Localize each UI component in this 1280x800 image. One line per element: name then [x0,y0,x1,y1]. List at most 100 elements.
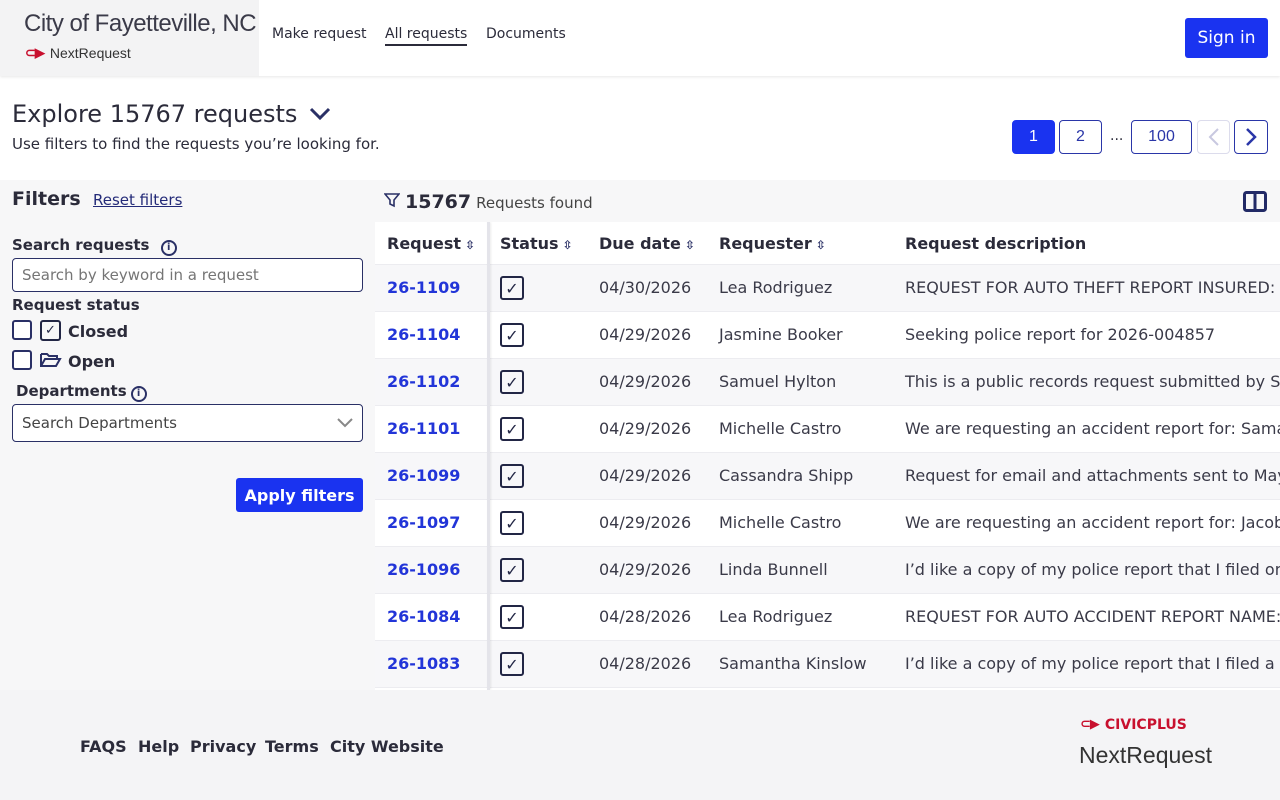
request-id-link[interactable]: 26-1083 [387,654,460,673]
open-checkbox[interactable] [12,350,32,370]
request-id-link[interactable]: 26-1096 [387,560,460,579]
due-date: 04/28/2026 [599,607,692,626]
table-row[interactable]: 26-1104 ✓ 04/29/2026 Jasmine Booker Seek… [375,312,1280,359]
request-id-link[interactable]: 26-1102 [387,372,460,391]
footer-faqs-link[interactable]: FAQS [80,737,127,756]
apply-filters-button[interactable]: Apply filters [236,478,363,512]
filters-title: Filters [12,188,81,210]
sort-icon[interactable]: ⇳ [816,238,826,252]
closed-status-icon: ✓ [500,511,524,535]
folder-open-icon [40,353,62,367]
request-id-link[interactable]: 26-1099 [387,466,460,485]
civicplus-logo: ⊂▶ CIVICPLUS [1080,717,1187,733]
brand-block[interactable]: City of Fayetteville, NC ⊂▶ NextRequest [0,0,259,76]
nav-documents[interactable]: Documents [486,26,566,42]
sign-in-button[interactable]: Sign in [1185,18,1268,58]
civicplus-mark-icon: ⊂▶ [1080,717,1100,732]
request-description: REQUEST FOR AUTO THEFT REPORT INSURED: R… [905,278,1280,297]
footer-help-link[interactable]: Help [138,737,179,756]
due-date: 04/29/2026 [599,466,692,485]
col-requester[interactable]: Requester ⇳ [719,234,826,253]
closed-status-icon: ✓ [500,370,524,394]
table-row[interactable]: 26-1084 ✓ 04/28/2026 Lea Rodriguez REQUE… [375,594,1280,641]
sticky-column-divider [487,222,490,690]
info-icon[interactable]: i [160,240,177,256]
col-due-label: Due date [599,234,681,253]
closed-status-icon: ✓ [500,276,524,300]
sort-icon[interactable]: ⇳ [465,238,475,252]
nextrequest-logo: ⊂▶ NextRequest [25,45,131,61]
footer-terms-link[interactable]: Terms [265,737,319,756]
closed-status-icon: ✓ [500,323,524,347]
next-page-button[interactable] [1234,120,1268,154]
footer-privacy-link[interactable]: Privacy [190,737,256,756]
requester: Samuel Hylton [719,372,837,391]
pagination-ellipsis: ... [1110,128,1124,144]
column-toggle-icon[interactable] [1243,191,1267,212]
closed-status-icon: ✓ [500,605,524,629]
top-header: City of Fayetteville, NC ⊂▶ NextRequest M… [0,0,1280,76]
footer-brand-bottom: NextRequest [1079,742,1212,768]
results-count-label: Requests found [476,194,593,212]
table-row[interactable]: 26-1097 ✓ 04/29/2026 Michelle Castro We … [375,500,1280,547]
col-status[interactable]: Status ⇳ [500,234,573,253]
page-subtitle: Use filters to find the requests you’re … [12,135,380,153]
request-id-link[interactable]: 26-1097 [387,513,460,532]
table-header-row: Request ⇳ Status ⇳ Due date ⇳ Requester ⇳ Re… [375,222,1280,265]
table-row[interactable]: 26-1109 ✓ 04/30/2026 Lea Rodriguez REQUE… [375,265,1280,312]
table-row[interactable]: 26-1099 ✓ 04/29/2026 Cassandra Shipp Req… [375,453,1280,500]
due-date: 04/30/2026 [599,278,692,297]
closed-checkbox[interactable] [12,320,32,340]
request-description: I’d like a copy of my police report that… [905,560,1280,579]
col-status-label: Status [500,234,559,253]
results-count: 15767 Requests found [384,191,593,213]
request-id-link[interactable]: 26-1109 [387,278,460,297]
search-label-text: Search requests [12,236,150,254]
col-due-date[interactable]: Due date ⇳ [599,234,695,253]
chevron-left-icon [1208,128,1219,146]
departments-select[interactable]: Search Departments [12,404,363,442]
table-row[interactable]: 26-1096 ✓ 04/29/2026 Linda Bunnell I’d l… [375,547,1280,594]
request-description: We are requesting an accident report for… [905,513,1280,532]
due-date: 04/29/2026 [599,372,692,391]
request-id-link[interactable]: 26-1104 [387,325,460,344]
search-input[interactable] [12,258,363,292]
table-row[interactable]: 26-1101 ✓ 04/29/2026 Michelle Castro We … [375,406,1280,453]
nav-all-requests[interactable]: All requests [385,26,468,46]
request-description: Request for email and attachments sent t… [905,466,1280,485]
page-2-button[interactable]: 2 [1059,120,1102,154]
requester: Lea Rodriguez [719,278,833,297]
main-area: Filters Reset filters Search requests i … [0,180,1280,690]
request-status-label: Request status [12,296,140,314]
request-id-link[interactable]: 26-1101 [387,419,460,438]
results-count-number: 15767 [405,191,472,213]
chevron-down-icon[interactable] [309,107,331,121]
civicplus-logo-icon: ⊂▶ [25,45,45,60]
sort-icon[interactable]: ⇳ [685,238,695,252]
table-row[interactable]: 26-1102 ✓ 04/29/2026 Samuel Hylton This … [375,359,1280,406]
page-1-button[interactable]: 1 [1012,120,1055,154]
due-date: 04/29/2026 [599,513,692,532]
col-request[interactable]: Request ⇳ [387,234,475,253]
search-requests-label: Search requests i [12,236,177,256]
col-request-label: Request [387,234,462,253]
request-description: I’d like a copy of my police report that… [905,654,1280,673]
footer-city-website-link[interactable]: City Website [330,737,444,756]
request-id-link[interactable]: 26-1084 [387,607,460,626]
departments-label: Departments i [16,382,147,402]
table-row[interactable]: 26-1083 ✓ 04/28/2026 Samantha Kinslow I’… [375,641,1280,688]
page-title[interactable]: Explore 15767 requests [12,100,331,128]
reset-filters-link[interactable]: Reset filters [93,191,182,209]
nav-make-request[interactable]: Make request [272,26,367,42]
city-name: City of Fayetteville, NC [24,10,257,37]
request-description: REQUEST FOR AUTO ACCIDENT REPORT NAME: M… [905,607,1280,626]
chevron-down-icon [337,418,353,428]
info-icon[interactable]: i [130,386,147,402]
prev-page-button[interactable] [1197,120,1230,154]
product-name: NextRequest [49,45,131,61]
page-100-button[interactable]: 100 [1131,120,1192,154]
sort-icon[interactable]: ⇳ [563,238,573,252]
col-requester-label: Requester [719,234,812,253]
due-date: 04/28/2026 [599,654,692,673]
requester: Linda Bunnell [719,560,828,579]
